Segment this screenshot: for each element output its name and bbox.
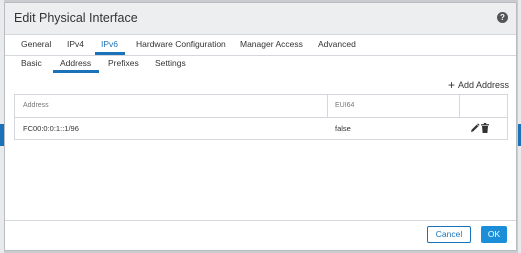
tab-settings[interactable]: Settings <box>155 58 186 68</box>
add-address-button[interactable]: + Add Address <box>448 78 509 92</box>
table-header: Address EUI64 <box>15 95 507 118</box>
column-header-address: Address <box>23 102 49 109</box>
secondary-tabs: Basic Address Prefixes Settings <box>5 55 516 73</box>
tab-address[interactable]: Address <box>60 58 91 68</box>
table-row: FC00:0:0:1::1/96 false <box>15 118 507 139</box>
address-table: Address EUI64 FC00:0:0:1::1/96 false <box>14 94 508 140</box>
column-divider <box>459 95 460 117</box>
dialog-footer: Cancel OK <box>5 220 516 250</box>
dialog-title: Edit Physical Interface <box>14 11 138 25</box>
help-icon[interactable]: ? <box>497 12 508 23</box>
add-address-label: Add Address <box>457 80 509 90</box>
edit-physical-interface-dialog: Edit Physical Interface ? General IPv4 I… <box>4 2 517 251</box>
tab-basic[interactable]: Basic <box>21 58 42 68</box>
tab-hardware-configuration[interactable]: Hardware Configuration <box>136 39 226 49</box>
primary-tabs: General IPv4 IPv6 Hardware Configuration… <box>5 35 516 56</box>
tab-manager-access[interactable]: Manager Access <box>240 39 303 49</box>
column-divider <box>327 95 328 117</box>
tab-ipv4[interactable]: IPv4 <box>67 39 84 49</box>
pencil-icon[interactable] <box>470 123 480 133</box>
tab-general[interactable]: General <box>21 39 51 49</box>
trash-icon[interactable] <box>481 123 489 133</box>
plus-icon: + <box>447 78 455 92</box>
tab-prefixes[interactable]: Prefixes <box>108 58 139 68</box>
column-header-eui64: EUI64 <box>335 102 355 109</box>
tab-ipv6[interactable]: IPv6 <box>101 39 118 49</box>
tab-advanced[interactable]: Advanced <box>318 39 356 49</box>
cancel-button[interactable]: Cancel <box>427 226 471 243</box>
cell-eui64: false <box>335 124 351 133</box>
cell-address: FC00:0:0:1::1/96 <box>23 124 79 133</box>
tab-address-underline <box>53 70 99 73</box>
dialog-header: Edit Physical Interface ? <box>5 3 516 35</box>
ok-button[interactable]: OK <box>481 226 507 243</box>
